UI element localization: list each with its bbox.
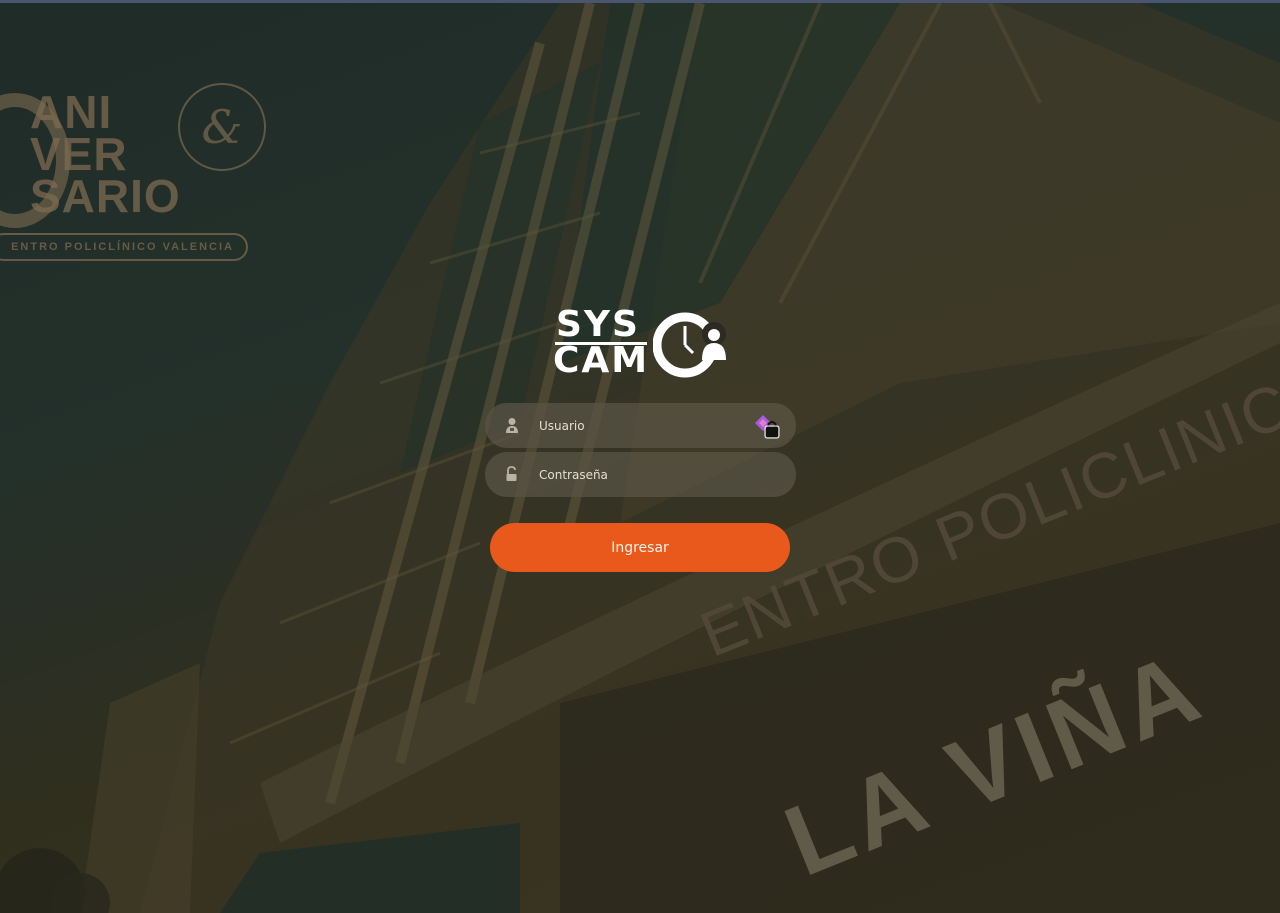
password-input[interactable] <box>539 452 739 497</box>
username-field[interactable] <box>485 403 796 448</box>
clock-user-icon <box>653 312 726 378</box>
brand-line-2: CAM <box>553 340 650 381</box>
browser-top-border <box>0 0 1280 3</box>
ampersand: & <box>201 100 243 154</box>
ampersand-circle: & <box>178 83 266 171</box>
anniversary-line-1: ANI <box>30 86 113 138</box>
user-icon <box>506 418 518 433</box>
anniversary-line-2: VER <box>30 128 128 180</box>
username-input[interactable] <box>539 403 739 448</box>
brand-line-1: SYS <box>556 304 640 345</box>
anniversary-tagline: ENTRO POLICLÍNICO VALENCIA <box>0 233 248 261</box>
anniversary-tagline-text: ENTRO POLICLÍNICO VALENCIA <box>11 241 234 253</box>
login-button[interactable]: Ingresar <box>490 523 790 572</box>
password-manager-icon[interactable] <box>753 411 783 441</box>
anniversary-logo: ANI VER SARIO & ENTRO POLICLÍNICO VALENC… <box>0 81 270 271</box>
unlock-icon <box>506 466 517 481</box>
anniversary-line-3: SARIO <box>30 170 181 222</box>
password-field[interactable] <box>485 452 796 497</box>
syscam-logo: SYS CAM <box>553 304 729 381</box>
